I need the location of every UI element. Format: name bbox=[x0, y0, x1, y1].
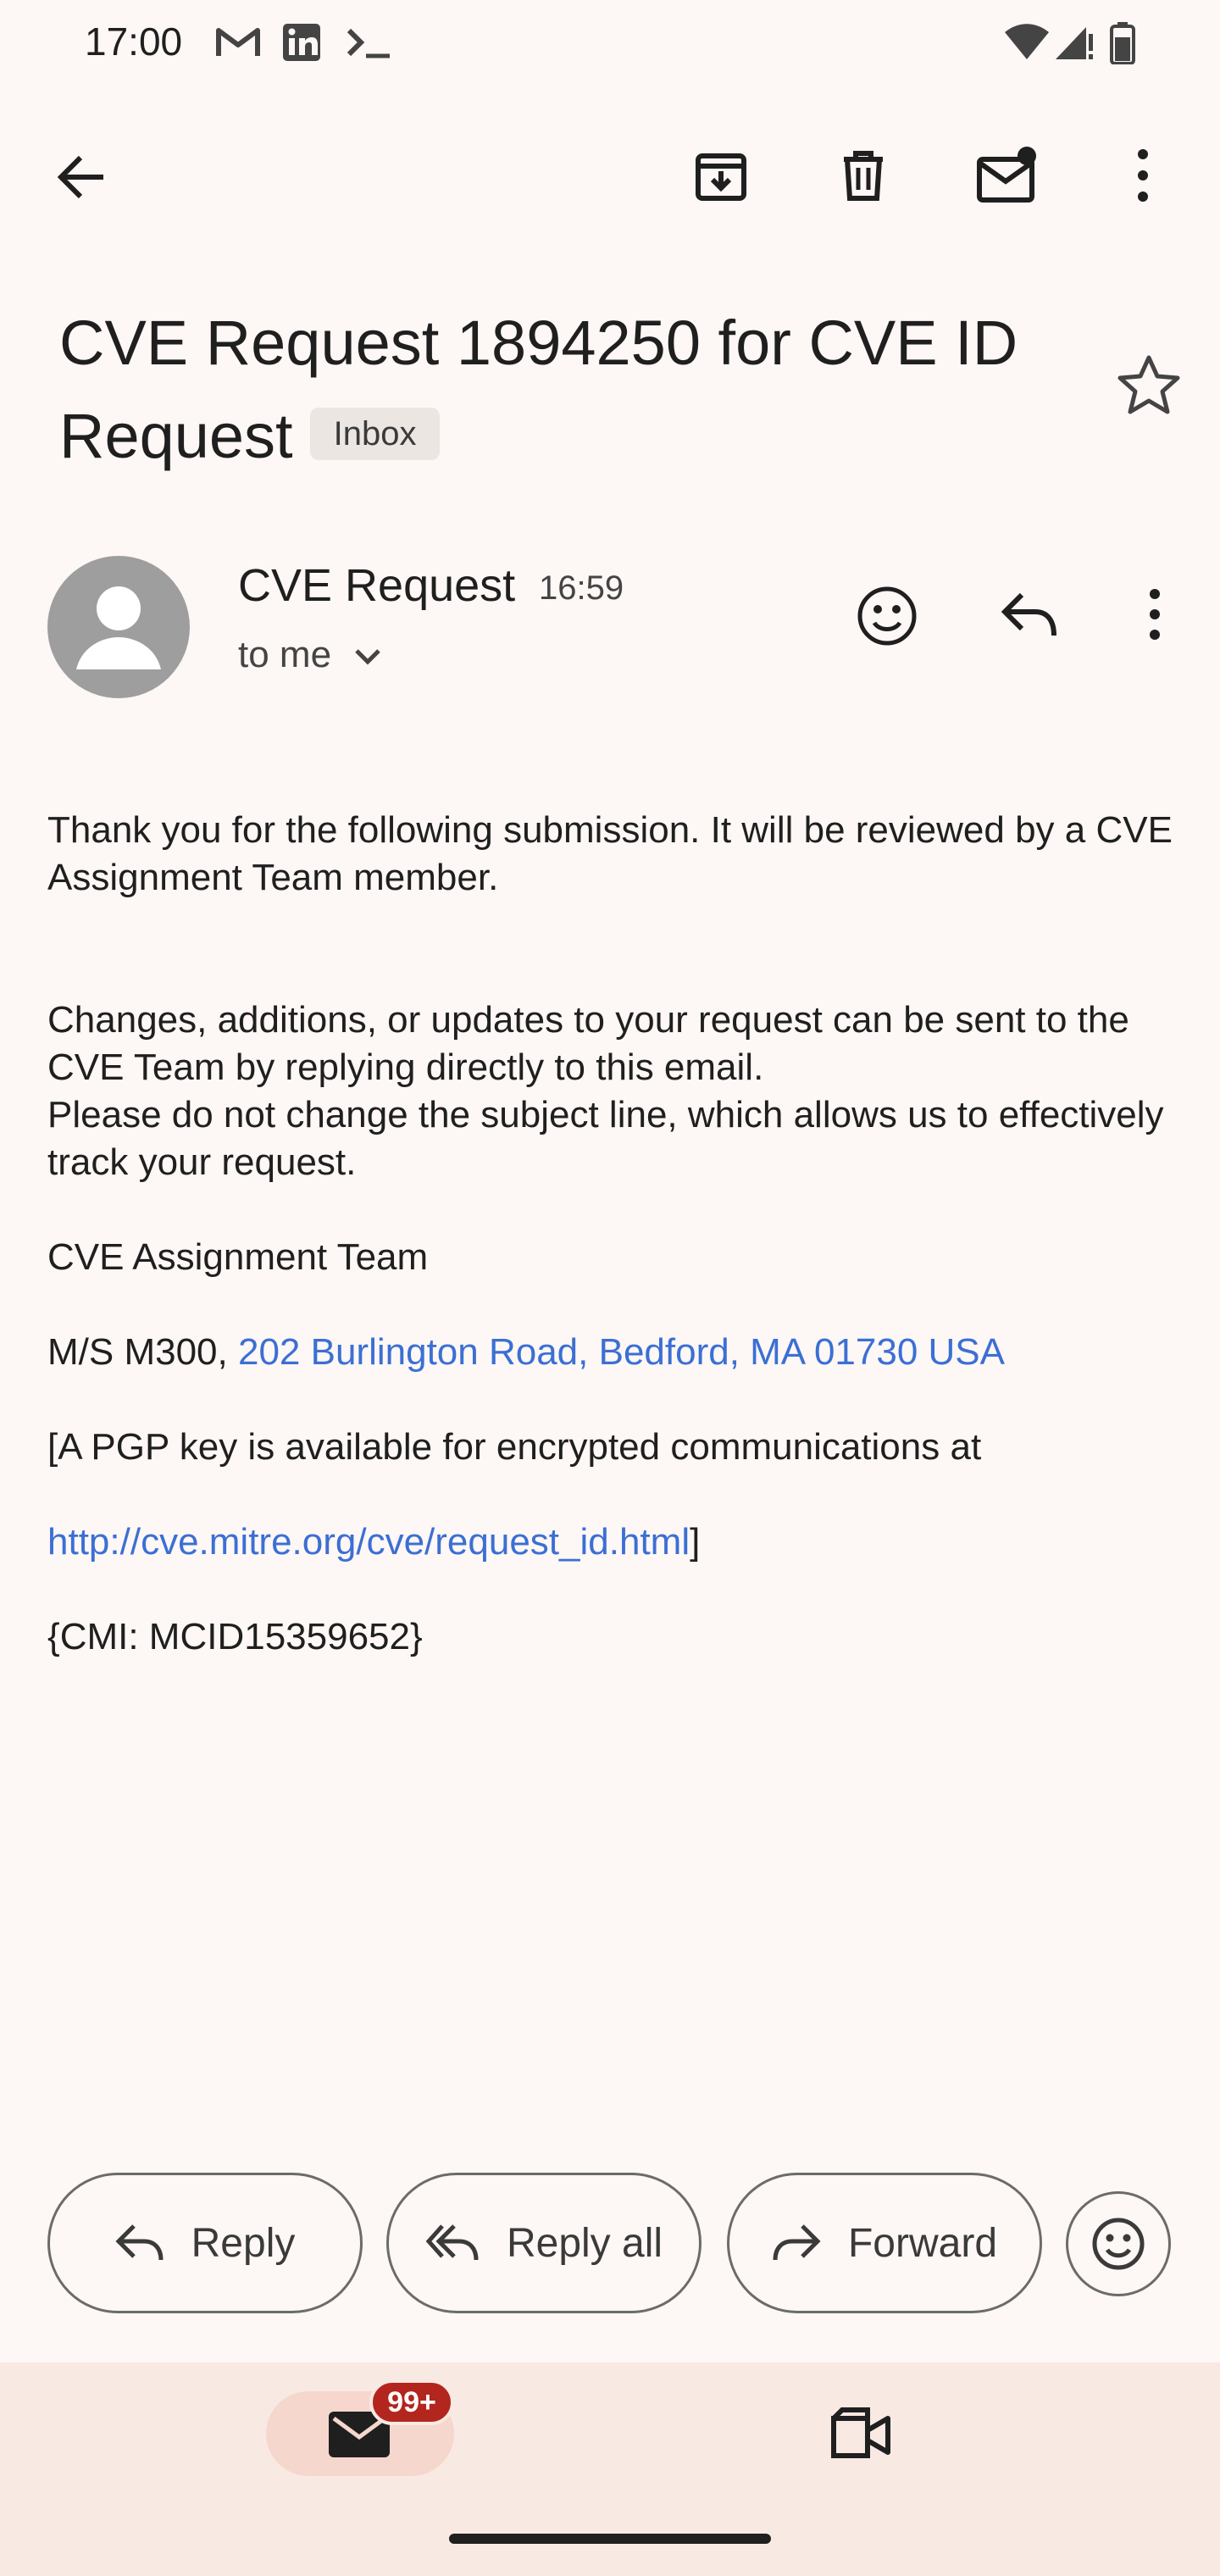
address-prefix: M/S M300, bbox=[47, 1331, 238, 1373]
person-icon bbox=[76, 586, 161, 669]
pgp-link[interactable]: http://cve.mitre.org/cve/request_id.html bbox=[47, 1521, 690, 1563]
reply-button[interactable]: Reply bbox=[47, 2173, 363, 2313]
address-line: M/S M300, 202 Burlington Road, Bedford, … bbox=[47, 1329, 1174, 1376]
gmail-icon bbox=[215, 25, 261, 59]
sender-name[interactable]: CVE Request bbox=[238, 559, 515, 612]
pgp-close: ] bbox=[690, 1521, 701, 1563]
forward-button[interactable]: Forward bbox=[727, 2173, 1042, 2313]
pgp-link-line: http://cve.mitre.org/cve/request_id.html… bbox=[47, 1518, 1174, 1566]
video-meet-icon[interactable] bbox=[829, 2407, 893, 2461]
forward-button-label: Forward bbox=[847, 2220, 998, 2266]
star-icon[interactable] bbox=[1117, 354, 1181, 417]
chevron-down-icon[interactable] bbox=[353, 647, 382, 666]
back-arrow-icon[interactable] bbox=[53, 149, 108, 205]
reply-all-icon bbox=[425, 2223, 480, 2263]
body-paragraph: Changes, additions, or updates to your r… bbox=[47, 999, 1129, 1088]
address-link[interactable]: 202 Burlington Road, Bedford, MA 01730 U… bbox=[238, 1331, 1005, 1373]
pgp-line: [A PGP key is available for encrypted co… bbox=[47, 1426, 982, 1468]
sender-avatar[interactable] bbox=[47, 556, 190, 698]
wifi-icon bbox=[1005, 24, 1049, 61]
reply-all-button-label: Reply all bbox=[506, 2220, 663, 2266]
body-paragraph: Thank you for the following submission. … bbox=[47, 809, 1173, 898]
body-paragraph: Please do not change the subject line, w… bbox=[47, 1094, 1164, 1183]
archive-icon[interactable] bbox=[693, 147, 749, 203]
mark-unread-icon[interactable] bbox=[976, 146, 1039, 205]
cmi-line: {CMI: MCID15359652} bbox=[47, 1616, 423, 1657]
recipient-text: to me bbox=[238, 634, 332, 675]
emoji-icon bbox=[1091, 2217, 1145, 2271]
linkedin-icon bbox=[281, 22, 322, 63]
sent-time: 16:59 bbox=[539, 569, 624, 607]
more-vert-icon[interactable] bbox=[1128, 147, 1157, 203]
signature: CVE Assignment Team bbox=[47, 1236, 429, 1278]
home-indicator[interactable] bbox=[449, 2534, 771, 2544]
unread-count-badge: 99+ bbox=[369, 2379, 454, 2425]
emoji-react-button[interactable] bbox=[1066, 2191, 1171, 2296]
reply-icon[interactable] bbox=[1000, 590, 1059, 641]
bottom-navigation bbox=[0, 2362, 1220, 2576]
subject-text: CVE Request 1894250 for CVE ID Request bbox=[59, 308, 1018, 471]
delete-icon[interactable] bbox=[835, 147, 891, 203]
reply-all-button[interactable]: Reply all bbox=[386, 2173, 702, 2313]
recipient-line[interactable]: to me bbox=[238, 634, 382, 676]
reply-button-label: Reply bbox=[191, 2220, 296, 2266]
reply-icon bbox=[115, 2223, 164, 2263]
status-time: 17:00 bbox=[85, 19, 183, 64]
email-subject: CVE Request 1894250 for CVE ID Request In… bbox=[59, 297, 1042, 483]
inbox-label-badge[interactable]: Inbox bbox=[309, 408, 441, 461]
forward-icon bbox=[772, 2223, 821, 2263]
battery-icon bbox=[1110, 22, 1135, 64]
signal-icon bbox=[1054, 24, 1095, 61]
email-body: Thank you for the following submission. … bbox=[47, 807, 1174, 1661]
message-more-icon[interactable] bbox=[1140, 588, 1169, 641]
terminal-icon bbox=[346, 27, 391, 61]
emoji-reaction-icon[interactable] bbox=[856, 585, 918, 647]
